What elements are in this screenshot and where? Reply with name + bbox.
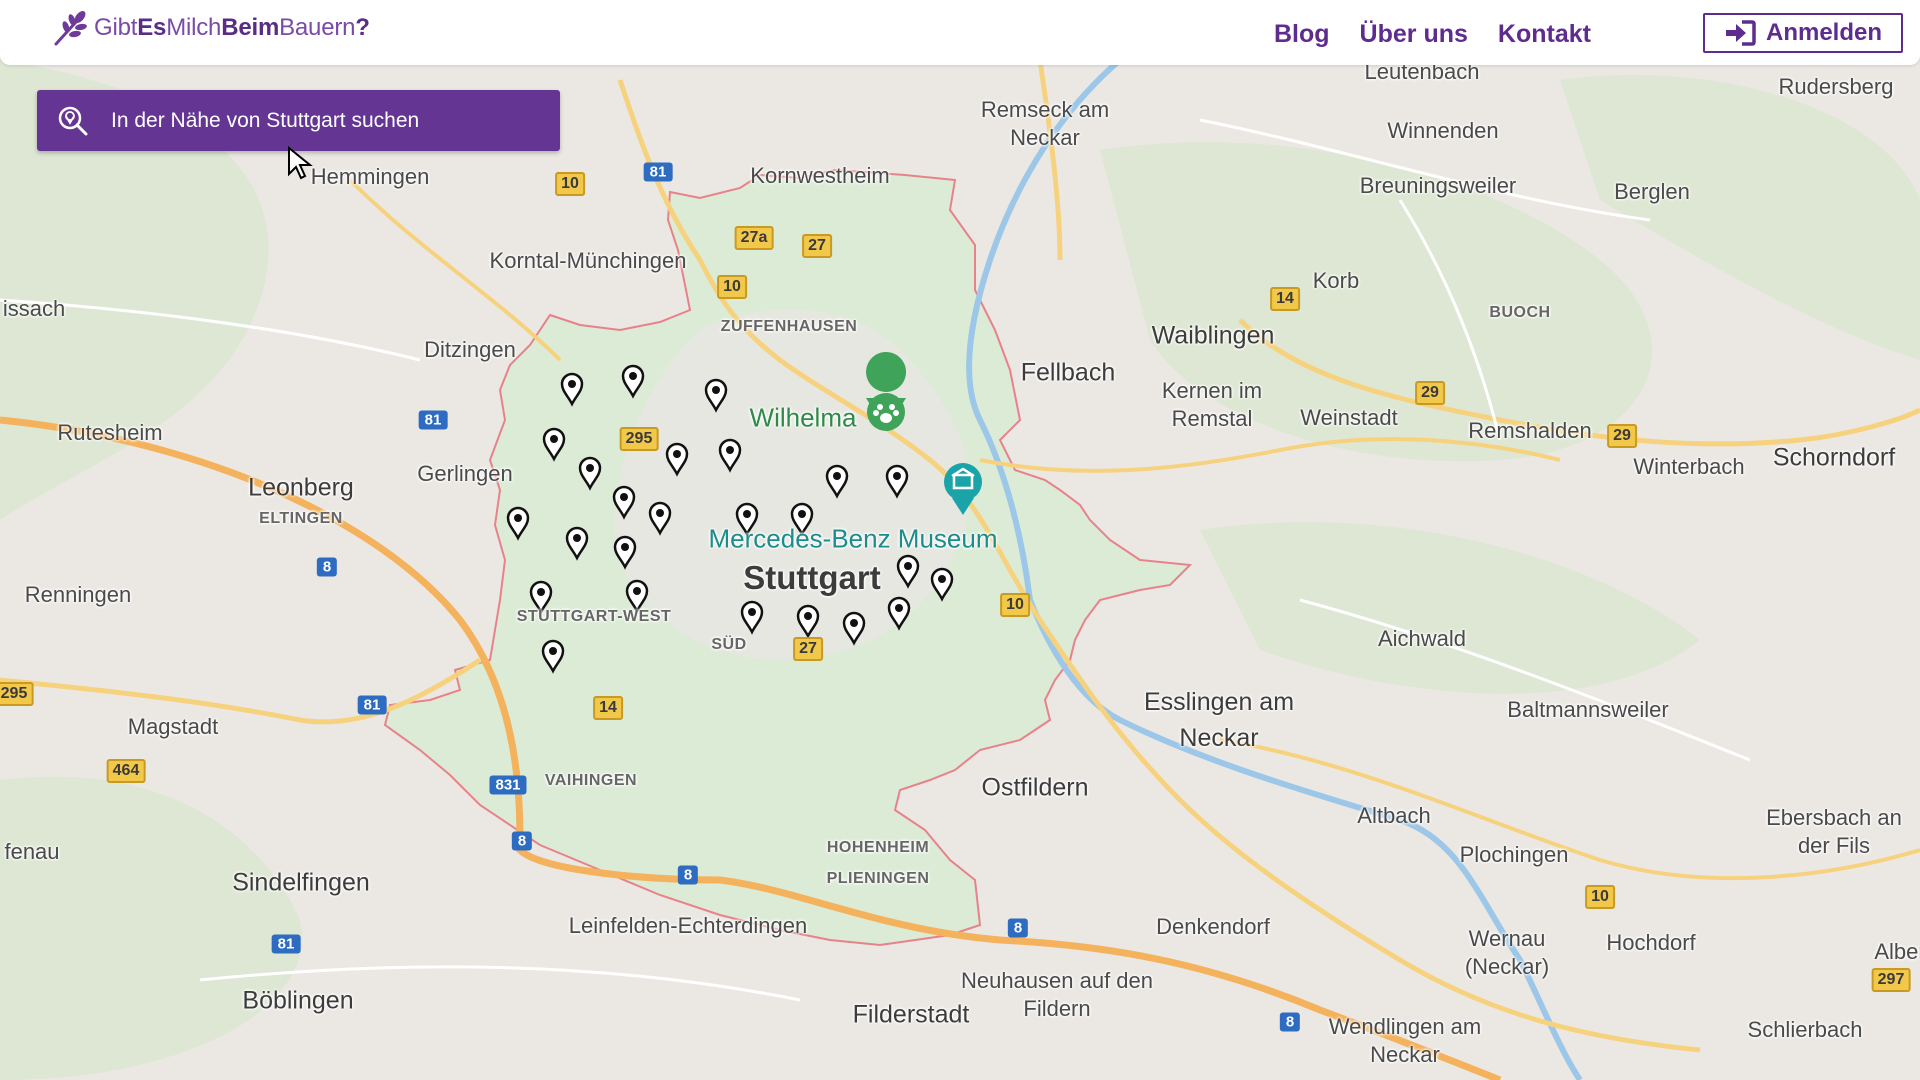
city-label: Filderstadt (852, 1000, 970, 1029)
city-label: Ostfildern (981, 773, 1089, 802)
motorway-shield: 8 (316, 557, 338, 577)
motorway-shield: 8 (677, 865, 699, 885)
city-label: Plochingen (1459, 842, 1569, 867)
site-header: GibtEsMilchBeimBauern? Blog Über uns Kon… (0, 0, 1920, 65)
town-label: Baltmannsweiler (1507, 697, 1669, 722)
road-shield: 10 (717, 275, 747, 299)
login-label: Anmelden (1765, 19, 1882, 46)
logo-text: GibtEsMilchBeimBauern? (94, 14, 370, 41)
logo[interactable]: GibtEsMilchBeimBauern? (50, 8, 370, 48)
city-label: Leonberg (248, 473, 354, 502)
town-label: Altbach (1357, 803, 1431, 828)
town-label: issach (2, 296, 66, 321)
road-shield: 10 (555, 172, 585, 196)
motorway-shield: 831 (489, 775, 527, 795)
city-label: Leinfelden-Echterdingen (568, 913, 808, 938)
motorway-shield: 81 (271, 934, 301, 954)
town-label: fenau (4, 839, 60, 864)
district-label: SÜD (711, 636, 747, 653)
town-label: Rutesheim (57, 420, 163, 445)
town-label: Renningen (24, 582, 132, 607)
town-label: Hemmingen (310, 164, 430, 189)
district-label: BUOCH (1489, 304, 1551, 321)
login-button[interactable]: Anmelden (1703, 13, 1903, 53)
city-label: Kornwestheim (750, 163, 890, 188)
main-nav: Blog Über uns Kontakt (1274, 20, 1591, 49)
motorway-shield: 81 (357, 695, 387, 715)
district-label: STUTTGART-WEST (516, 608, 672, 625)
city-label: Sindelfingen (232, 868, 370, 897)
city-label: Esslingen am Neckar (1143, 688, 1295, 752)
road-shield: 14 (593, 696, 623, 720)
road-shield: 10 (1585, 885, 1615, 909)
search-label: In der Nähe von Stuttgart suchen (111, 108, 420, 132)
district-label: ELTINGEN (259, 510, 343, 527)
city-label-stuttgart: Stuttgart (743, 559, 881, 596)
road-shield: 27 (793, 637, 823, 661)
nav-kontakt[interactable]: Kontakt (1498, 20, 1591, 49)
motorway-shield: 8 (511, 831, 533, 851)
city-label: Waiblingen (1151, 321, 1275, 350)
mouse-cursor-icon (288, 146, 313, 180)
poi-label-wilhelma[interactable]: Wilhelma (750, 403, 857, 434)
road-shield: 10 (1000, 593, 1030, 617)
city-label: Remseck am Neckar (980, 97, 1110, 150)
motorway-shield: 81 (643, 162, 673, 182)
town-label: Rudersberg (1778, 74, 1894, 99)
town-label: Neuhausen auf den Fildern (960, 968, 1154, 1021)
town-label: Aichwald (1377, 626, 1467, 651)
nav-blog[interactable]: Blog (1274, 20, 1330, 49)
district-label: HOHENHEIM (826, 839, 930, 856)
city-label: Ditzingen (424, 337, 516, 362)
town-label: Wernau (Neckar) (1464, 926, 1550, 979)
town-label: Magstadt (127, 714, 219, 739)
town-label: Ebersbach an der Fils (1766, 805, 1902, 858)
road-shield: 27a (734, 226, 774, 250)
road-shield: 29 (1607, 424, 1637, 448)
town-label: Hochdorf (1606, 930, 1696, 955)
motorway-shield: 8 (1279, 1012, 1301, 1032)
town-label: Alber (1874, 939, 1920, 964)
road-shield: 464 (106, 759, 146, 783)
road-shield: 297 (1871, 968, 1911, 992)
town-label: Remshalden (1468, 418, 1592, 443)
town-label: Denkendorf (1156, 914, 1270, 939)
city-label: Böblingen (242, 986, 354, 1015)
town-label: Winterbach (1633, 454, 1745, 479)
road-shield: 295 (619, 427, 659, 451)
search-location-icon (58, 106, 88, 135)
district-label: PLIENINGEN (826, 870, 930, 887)
road-shield: 14 (1270, 287, 1300, 311)
location-search-button[interactable]: In der Nähe von Stuttgart suchen (37, 90, 560, 151)
district-label: ZUFFENHAUSEN (720, 318, 858, 335)
town-label: Korb (1312, 268, 1360, 293)
town-label: Breuningsweiler (1359, 173, 1517, 198)
town-label: Schlierbach (1747, 1017, 1863, 1042)
road-shield: 295 (0, 682, 34, 706)
poi-label-mercedes-benz-museum[interactable]: Mercedes-Benz Museum (709, 524, 998, 555)
city-label: Gerlingen (417, 461, 513, 486)
district-label: VAIHINGEN (544, 772, 638, 789)
town-label: Kernen im Remstal (1161, 378, 1263, 431)
city-label: Schorndorf (1772, 443, 1896, 472)
city-label: Winnenden (1387, 118, 1499, 143)
nav-ueber-uns[interactable]: Über uns (1360, 20, 1468, 49)
sign-in-icon (1725, 20, 1756, 46)
wheat-logo-icon (54, 11, 87, 46)
city-label: Weinstadt (1300, 405, 1398, 430)
town-label: Wendlingen am Neckar (1328, 1014, 1482, 1067)
motorway-shield: 8 (1007, 918, 1029, 938)
road-shield: 27 (802, 234, 832, 258)
town-label: Berglen (1614, 179, 1690, 204)
city-label: Fellbach (1020, 358, 1116, 387)
motorway-shield: 81 (418, 410, 448, 430)
road-shield: 29 (1415, 381, 1445, 405)
city-label: Korntal-Münchingen (489, 248, 687, 273)
